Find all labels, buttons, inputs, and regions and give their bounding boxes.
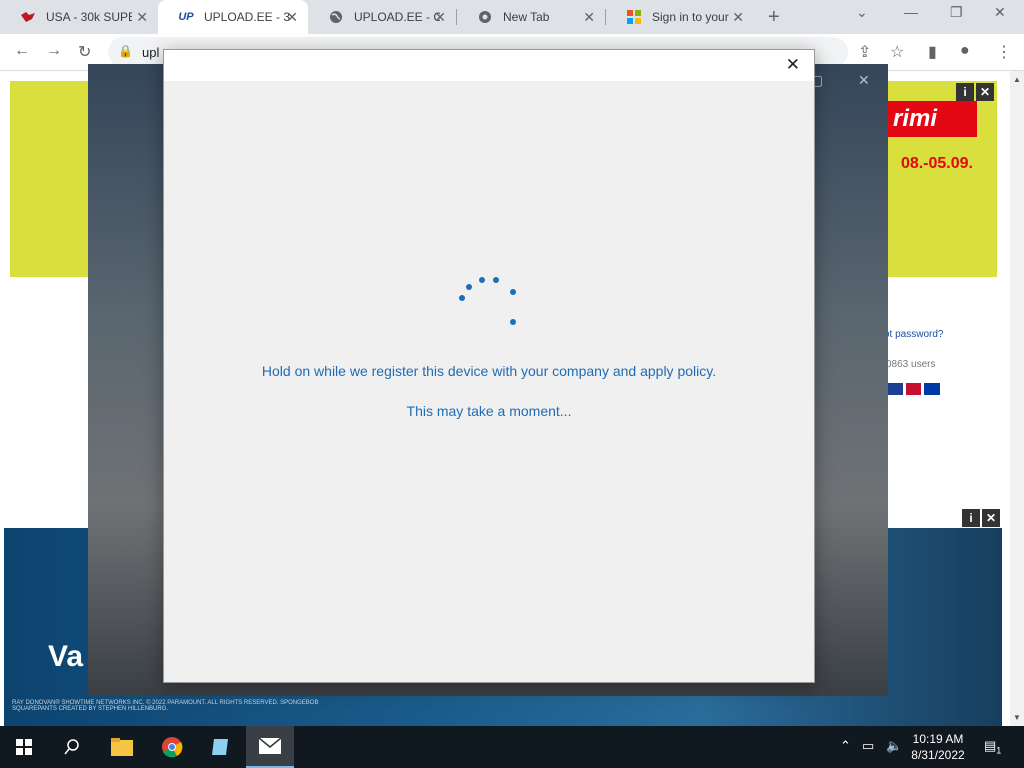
ad-fine-print: RAY DONOVAN® SHOWTIME NETWORKS INC. © 20… <box>12 700 319 712</box>
tab-upload-ee-2[interactable]: UPLOAD.EE - C ✕ <box>308 0 456 34</box>
close-tab-icon[interactable]: ✕ <box>286 9 298 26</box>
file-explorer-button[interactable] <box>98 726 146 768</box>
notification-count: 1 <box>996 745 1002 756</box>
minimize-button[interactable]: — <box>904 4 918 20</box>
close-tab-icon[interactable]: ✕ <box>583 9 595 26</box>
tab-sign-in[interactable]: Sign in to your ✕ <box>606 0 754 34</box>
registration-message: Hold on while we register this device wi… <box>261 363 717 379</box>
users-count: 0863 users <box>886 359 936 370</box>
reload-icon[interactable]: ↻ <box>78 42 91 62</box>
scroll-down-arrow-icon[interactable]: ▼ <box>1013 713 1021 722</box>
ad-close-icon[interactable]: ✕ <box>976 83 994 101</box>
volume-icon[interactable]: 🔈 <box>886 738 902 754</box>
search-icon <box>64 739 79 755</box>
app-taskbar-button[interactable] <box>196 726 244 768</box>
tab-title: Sign in to your <box>652 10 729 24</box>
chrome-icon <box>477 9 493 25</box>
restore-button[interactable]: ❐ <box>950 4 963 21</box>
ad-brand-logo: rimi <box>878 101 977 137</box>
close-tab-icon[interactable]: ✕ <box>434 9 446 26</box>
share-icon[interactable]: ⇪ <box>858 42 871 62</box>
windows-taskbar: ⌃ ▭ 🔈 10:19 AM 8/31/2022 ▤1 <box>0 726 1024 768</box>
dialog-close-button[interactable]: ✕ <box>786 55 800 75</box>
tab-title: UPLOAD.EE - 30 <box>204 10 290 24</box>
back-icon[interactable]: ← <box>14 42 30 60</box>
ad-close-icon[interactable]: ✕ <box>982 509 1000 527</box>
mail-taskbar-button[interactable] <box>246 726 294 768</box>
scroll-up-arrow-icon[interactable]: ▲ <box>1013 75 1021 84</box>
notifications-icon[interactable]: ▤1 <box>984 738 1001 756</box>
clock-time: 10:19 AM <box>912 732 964 746</box>
language-flags[interactable] <box>888 383 940 395</box>
tab-search-icon[interactable]: ⌄ <box>856 4 868 21</box>
ad-info-icon[interactable]: i <box>962 509 980 527</box>
device-registration-dialog: ✕ Hold on while we register this device … <box>163 49 815 683</box>
top-ad-controls: i ✕ <box>956 83 994 101</box>
bottom-ad-controls: i ✕ <box>962 509 1000 527</box>
ad-date: 08.-05.09. <box>900 155 973 172</box>
tab-upload-ee-active[interactable]: UP UPLOAD.EE - 30 ✕ <box>158 0 308 34</box>
wait-message: This may take a moment... <box>406 403 572 419</box>
forward-icon[interactable]: → <box>46 42 62 60</box>
menu-kebab-icon[interactable]: ⋮ <box>996 42 1012 62</box>
clock-date: 8/31/2022 <box>911 748 965 762</box>
ad-headline: Va <box>48 640 84 673</box>
microsoft-icon <box>626 9 642 25</box>
profile-avatar-icon[interactable]: ● <box>960 42 970 60</box>
address-url: upl <box>142 45 160 60</box>
browser-tab-strip: USA - 30k SUPE ✕ UP UPLOAD.EE - 30 ✕ UPL… <box>0 0 1024 34</box>
tab-usa-30k[interactable]: USA - 30k SUPE ✕ <box>0 0 158 34</box>
tab-title: USA - 30k SUPE <box>46 10 132 24</box>
tab-title: New Tab <box>503 10 550 24</box>
red-bird-icon <box>20 9 36 25</box>
mail-icon <box>259 738 281 754</box>
folder-icon <box>111 738 133 756</box>
search-button[interactable] <box>48 726 96 768</box>
new-tab-button[interactable]: + <box>768 6 780 29</box>
side-panel-icon[interactable]: ▮ <box>928 42 937 62</box>
chrome-taskbar-button[interactable] <box>148 726 196 768</box>
tab-title: UPLOAD.EE - C <box>354 10 440 24</box>
notepad-icon <box>212 739 228 755</box>
forgot-password-link[interactable]: ot password? <box>884 329 943 340</box>
bookmark-star-icon[interactable]: ☆ <box>890 42 904 62</box>
system-clock[interactable]: 10:19 AM 8/31/2022 <box>906 731 970 763</box>
close-tab-icon[interactable]: ✕ <box>732 9 744 26</box>
tab-new-tab[interactable]: New Tab ✕ <box>457 0 605 34</box>
network-icon[interactable]: ▭ <box>862 738 874 754</box>
close-window-button[interactable]: ✕ <box>994 4 1006 21</box>
start-button[interactable] <box>0 726 48 768</box>
upload-ee-icon: UP <box>178 11 194 23</box>
loading-spinner-icon <box>459 275 519 325</box>
chrome-icon <box>162 737 183 758</box>
close-icon[interactable]: ✕ <box>858 72 870 89</box>
page-scrollbar[interactable]: ▲ ▼ <box>1010 71 1024 726</box>
lock-icon: 🔒 <box>118 44 133 58</box>
ad-info-icon[interactable]: i <box>956 83 974 101</box>
show-hidden-icons-icon[interactable]: ⌃ <box>840 738 851 754</box>
globe-icon <box>328 9 344 25</box>
close-tab-icon[interactable]: ✕ <box>136 9 148 26</box>
dialog-titlebar: ✕ <box>164 50 814 81</box>
windows-logo-icon <box>16 739 32 755</box>
